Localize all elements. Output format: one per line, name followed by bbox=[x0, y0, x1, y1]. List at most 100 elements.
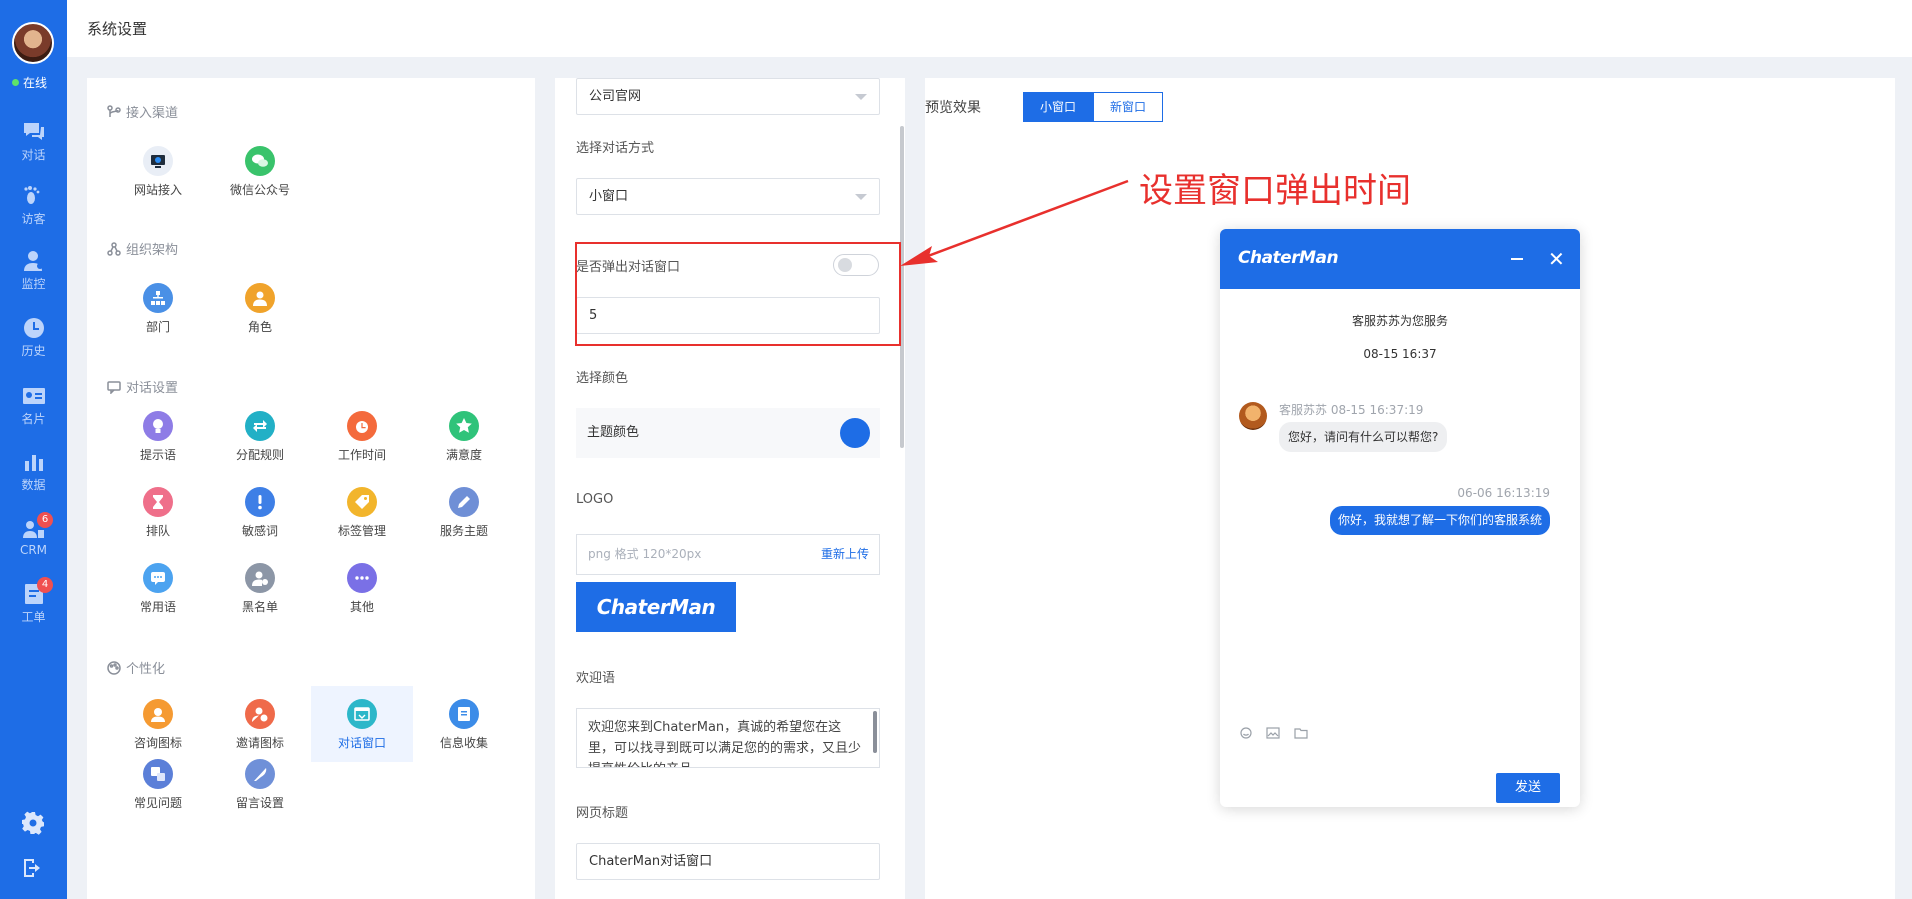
menu-item-other[interactable]: 其他 bbox=[311, 550, 413, 626]
logo-preview: ChaterMan bbox=[576, 582, 736, 632]
agent-message: 您好，请问有什么可以帮您? bbox=[1279, 422, 1448, 452]
menu-item-tags[interactable]: 标签管理 bbox=[311, 474, 413, 550]
menu-item-label: 服务主题 bbox=[439, 524, 488, 538]
theme-color-swatch[interactable] bbox=[840, 418, 870, 448]
menu-item-blacklist[interactable]: 黑名单 bbox=[209, 550, 311, 626]
clock-icon bbox=[22, 317, 46, 339]
emoji-icon[interactable] bbox=[1239, 724, 1253, 739]
menu-item-label: 角色 bbox=[247, 320, 272, 334]
preview-mode-tabs: 小窗口 新窗口 bbox=[1023, 92, 1163, 122]
reupload-link[interactable]: 重新上传 bbox=[821, 535, 869, 574]
menu-item-wechat[interactable]: 微信公众号 bbox=[209, 133, 311, 209]
top-header: 系统设置 bbox=[67, 0, 1912, 57]
rail-item-crm[interactable]: 6 CRM bbox=[0, 512, 67, 557]
menu-item-label: 排队 bbox=[145, 524, 170, 538]
tab-small-window[interactable]: 小窗口 bbox=[1023, 92, 1093, 122]
page-title: 系统设置 bbox=[87, 20, 148, 38]
rail-item-data[interactable]: 数据 bbox=[0, 451, 67, 493]
rail-item-visitors[interactable]: 访客 bbox=[0, 185, 67, 227]
crm-badge: 6 bbox=[37, 512, 53, 528]
image-icon[interactable] bbox=[1266, 724, 1280, 739]
menu-item-queue[interactable]: 排队 bbox=[107, 474, 209, 550]
menu-item-service-theme[interactable]: 服务主题 bbox=[413, 474, 515, 550]
tab-new-window[interactable]: 新窗口 bbox=[1093, 92, 1163, 122]
hierarchy-icon bbox=[143, 283, 173, 313]
chat-box-icon bbox=[107, 380, 121, 394]
monitor-icon bbox=[143, 146, 173, 176]
menu-item-satisfaction[interactable]: 满意度 bbox=[413, 398, 515, 474]
send-button[interactable]: 发送 bbox=[1496, 773, 1560, 803]
rail-item-chat[interactable]: 对话 bbox=[0, 121, 67, 163]
menu-item-label: 留言设置 bbox=[235, 796, 284, 810]
rail-item-monitor[interactable]: 监控 bbox=[0, 250, 67, 292]
mode-select-value: 小窗口 bbox=[589, 189, 629, 204]
highlight-box bbox=[575, 242, 901, 346]
rail-item-label: 名片 bbox=[21, 412, 46, 426]
menu-item-assign-rules[interactable]: 分配规则 bbox=[209, 398, 311, 474]
welcome-textarea[interactable]: 欢迎您来到ChaterMan，真诚的希望您在这里，可以找寻到既可以满足您的的需求… bbox=[576, 708, 880, 768]
menu-item-department[interactable]: 部门 bbox=[107, 270, 209, 346]
minimize-icon[interactable] bbox=[1511, 258, 1523, 260]
color-label: 选择颜色 bbox=[576, 371, 629, 386]
headset-user-icon bbox=[143, 699, 173, 729]
rail-item-card[interactable]: 名片 bbox=[0, 385, 67, 427]
rail-item-ticket[interactable]: 4 工单 bbox=[0, 577, 67, 625]
online-status[interactable]: 在线 bbox=[12, 74, 47, 91]
textarea-scrollbar[interactable] bbox=[873, 711, 877, 753]
channel-select[interactable]: 公司官网 bbox=[576, 78, 880, 115]
user-add-icon bbox=[245, 699, 275, 729]
logout-icon[interactable] bbox=[21, 856, 45, 880]
menu-item-label: 常用语 bbox=[139, 600, 176, 614]
menu-item-website[interactable]: 网站接入 bbox=[107, 133, 209, 209]
settings-menu: 接入渠道 网站接入 微信公众号 组织架构 部门 角色 对话设置 提示语 分配规则… bbox=[87, 78, 535, 899]
logo-upload-field[interactable]: png 格式 120*20px 重新上传 bbox=[576, 534, 880, 575]
document-icon bbox=[449, 699, 479, 729]
rail-item-label: CRM bbox=[19, 543, 48, 557]
menu-item-label: 标签管理 bbox=[337, 524, 386, 538]
menu-item-label: 黑名单 bbox=[241, 600, 278, 614]
section-title-channels: 接入渠道 bbox=[107, 102, 178, 121]
rail-item-label: 访客 bbox=[21, 212, 46, 226]
service-line: 客服苏苏为您服务 bbox=[1351, 314, 1448, 328]
user-role-icon bbox=[245, 283, 275, 313]
menu-item-chat-window[interactable]: 对话窗口 bbox=[311, 686, 413, 762]
chevron-down-icon bbox=[855, 94, 867, 100]
menu-item-label: 其他 bbox=[349, 600, 374, 614]
menu-item-info-collect[interactable]: 信息收集 bbox=[413, 686, 515, 762]
rail-item-label: 监控 bbox=[21, 277, 46, 291]
card-icon bbox=[22, 385, 46, 407]
menu-item-tips[interactable]: 提示语 bbox=[107, 398, 209, 474]
palette-icon bbox=[107, 660, 121, 675]
rail-item-history[interactable]: 历史 bbox=[0, 317, 67, 359]
menu-item-sensitive-words[interactable]: 敏感词 bbox=[209, 474, 311, 550]
more-dots-icon bbox=[347, 563, 377, 593]
message-dots-icon bbox=[143, 563, 173, 593]
settings-gear-icon[interactable] bbox=[21, 811, 45, 835]
menu-item-role[interactable]: 角色 bbox=[209, 270, 311, 346]
menu-item-work-time[interactable]: 工作时间 bbox=[311, 398, 413, 474]
section-title-label: 组织架构 bbox=[126, 243, 179, 258]
user-message-time: 06-06 16:13:19 bbox=[1457, 486, 1550, 500]
chat-window-preview: ChaterMan ✕ 客服苏苏为您服务 08-15 16:37 客服苏苏 08… bbox=[1220, 229, 1580, 807]
user-avatar[interactable] bbox=[12, 22, 54, 64]
online-status-label: 在线 bbox=[23, 76, 48, 90]
user-message: 你好，我就想了解一下你们的客服系统 bbox=[1329, 506, 1550, 535]
file-icon[interactable] bbox=[1294, 724, 1308, 739]
window-icon bbox=[347, 699, 377, 729]
hourglass-icon bbox=[143, 487, 173, 517]
chat-logo: ChaterMan bbox=[1238, 248, 1339, 268]
bar-chart-icon bbox=[22, 451, 46, 473]
mode-select[interactable]: 小窗口 bbox=[576, 178, 880, 215]
rail-item-label: 工单 bbox=[21, 610, 46, 624]
chat-time: 08-15 16:37 bbox=[1363, 347, 1437, 361]
chat-window-form: 公司官网 选择对话方式 小窗口 是否弹出对话窗口 5 选择颜色 主题颜色 LOG… bbox=[555, 78, 905, 899]
annotation-text: 设置窗口弹出时间 bbox=[1139, 171, 1411, 211]
menu-item-leave-message[interactable]: 留言设置 bbox=[209, 746, 311, 822]
menu-item-faq[interactable]: 常见问题 bbox=[107, 746, 209, 822]
menu-item-label: 网站接入 bbox=[133, 183, 182, 197]
menu-item-common-phrases[interactable]: 常用语 bbox=[107, 550, 209, 626]
rail-item-label: 对话 bbox=[21, 148, 46, 162]
ticket-badge: 4 bbox=[37, 577, 53, 593]
close-icon[interactable]: ✕ bbox=[1548, 249, 1565, 269]
page-title-input[interactable]: ChaterMan对话窗口 bbox=[576, 843, 880, 880]
